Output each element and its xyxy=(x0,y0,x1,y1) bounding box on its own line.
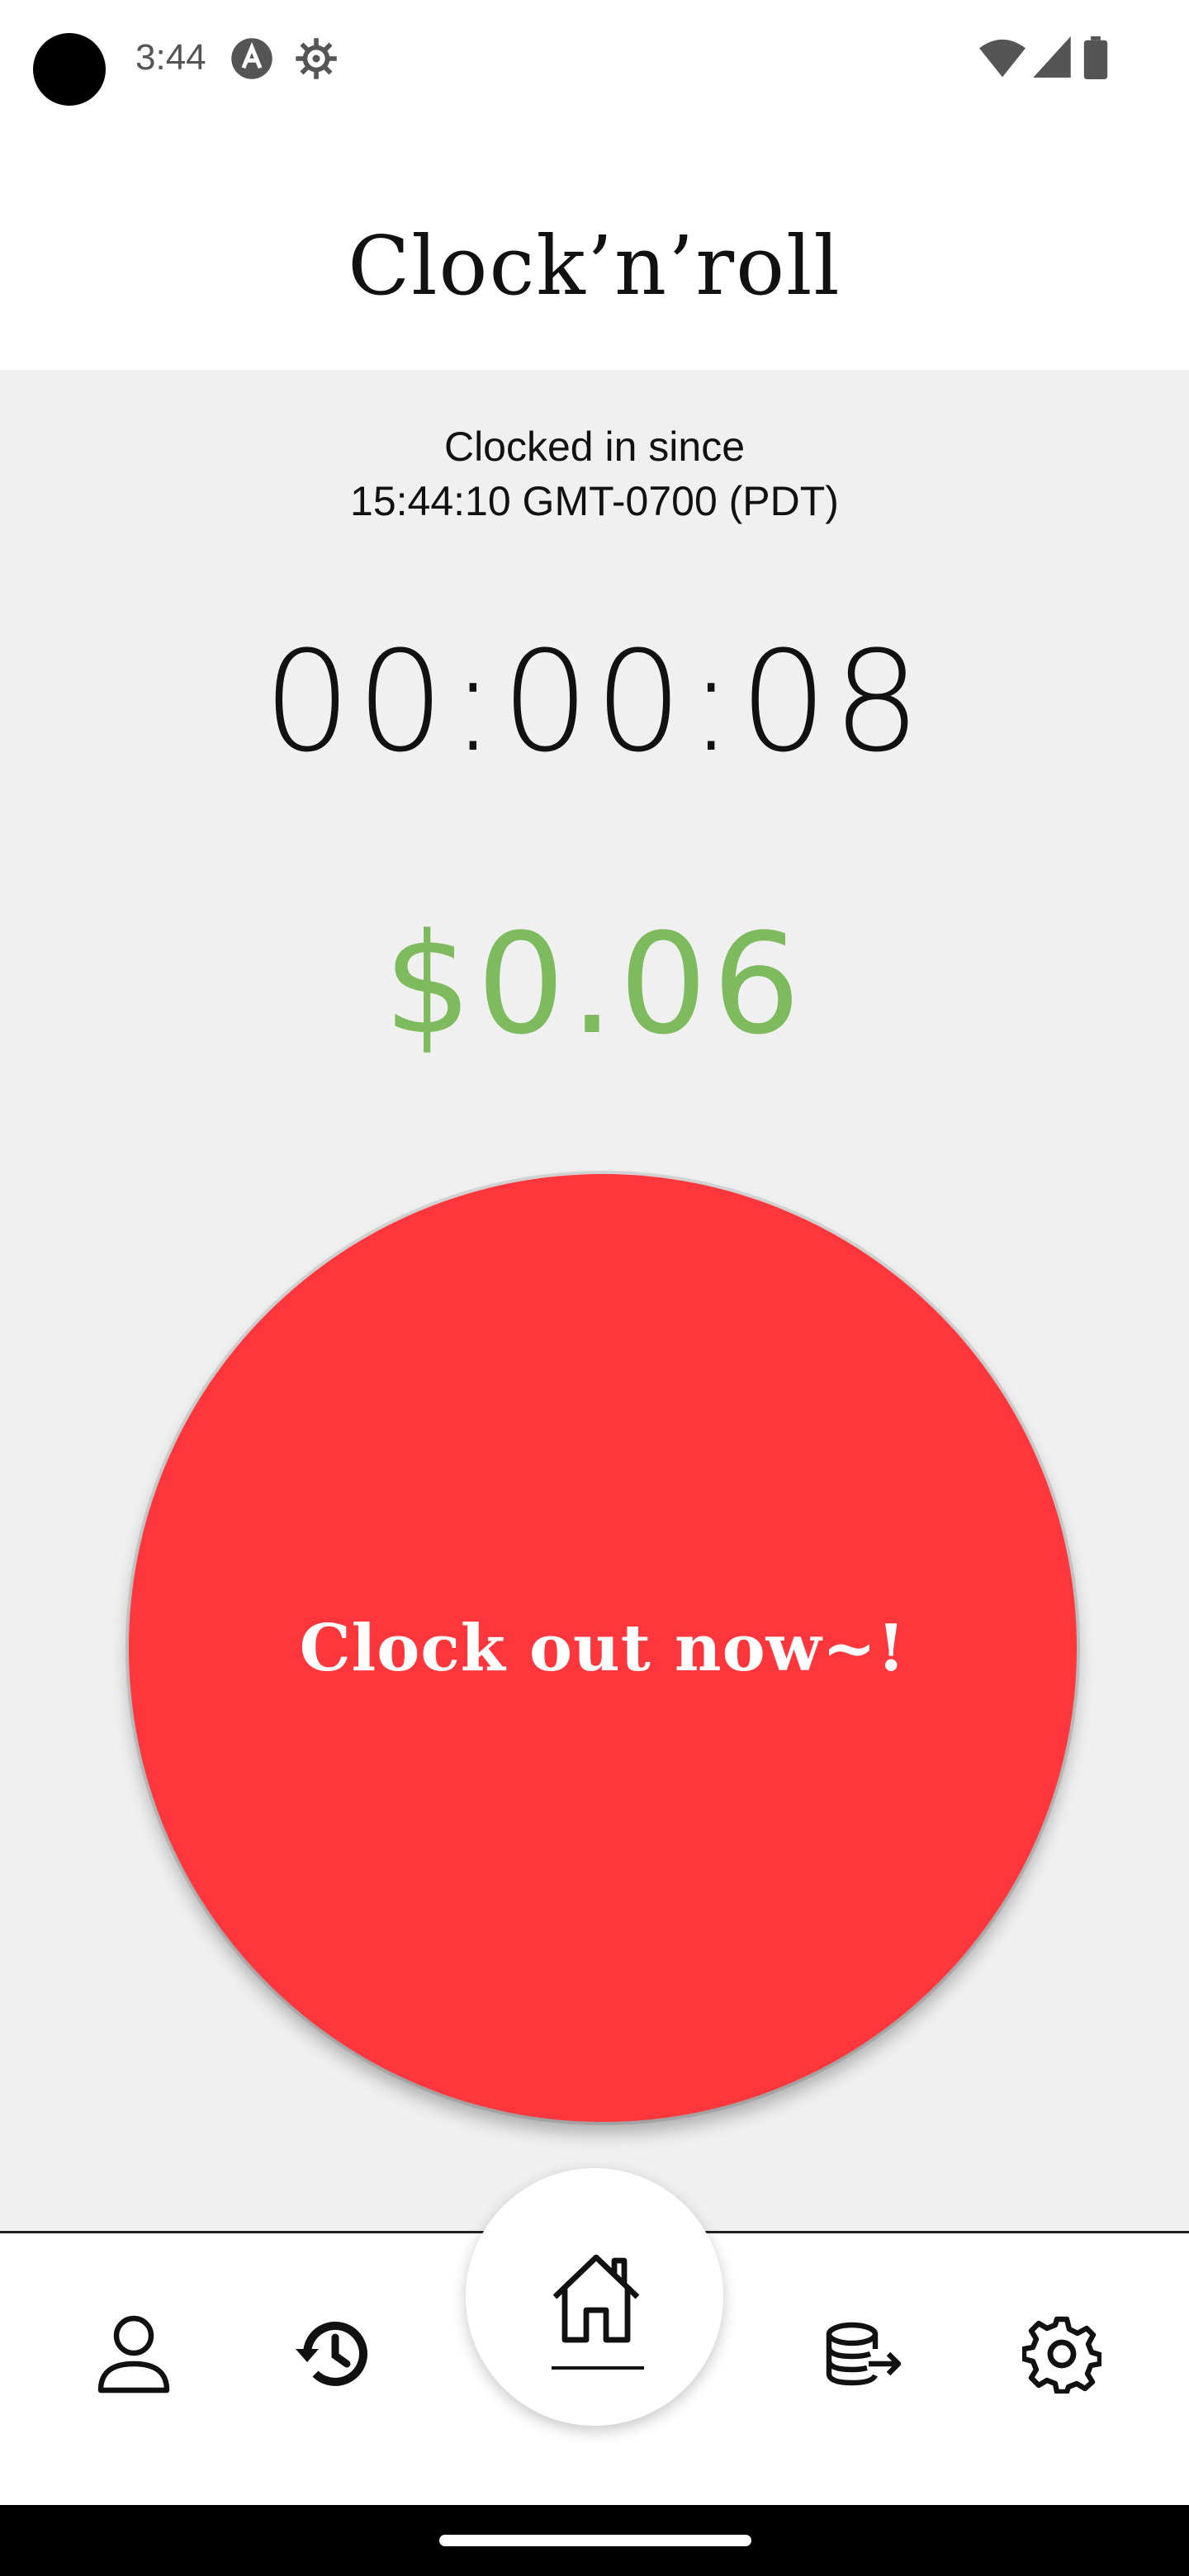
elapsed-timer: 00:00:08 xyxy=(263,621,926,783)
active-tab-indicator xyxy=(552,2366,644,2370)
nav-home-button[interactable] xyxy=(466,2168,723,2426)
clock-out-label: Clock out now~! xyxy=(299,1610,907,1686)
history-icon xyxy=(294,2318,373,2394)
signal-icon xyxy=(1032,36,1072,82)
nav-history-button[interactable] xyxy=(284,2306,383,2405)
status-bar: 3:44 xyxy=(0,0,1189,116)
nav-export-button[interactable] xyxy=(814,2306,913,2405)
home-gesture-handle[interactable] xyxy=(439,2535,751,2546)
nav-settings-button[interactable] xyxy=(1012,2306,1111,2405)
app-title: Clock’n’roll xyxy=(348,220,841,314)
settings-icon xyxy=(1021,2314,1103,2398)
camera-dot xyxy=(33,33,106,106)
a-badge-icon xyxy=(230,36,274,85)
home-icon xyxy=(548,2251,644,2351)
app-header: Clock’n’roll xyxy=(0,116,1189,370)
clocked-in-since: Clocked in since 15:44:10 GMT-0700 (PDT) xyxy=(0,419,1189,528)
profile-icon xyxy=(96,2314,172,2398)
since-label: Clocked in since xyxy=(443,424,746,470)
battery-icon xyxy=(1083,36,1108,83)
gear-icon xyxy=(294,36,339,85)
since-time: 15:44:10 GMT-0700 (PDT) xyxy=(350,478,839,524)
nav-profile-button[interactable] xyxy=(84,2306,183,2405)
system-gesture-bar xyxy=(0,2505,1189,2576)
wifi-icon xyxy=(979,36,1026,83)
earnings-amount: $0.06 xyxy=(383,903,806,1065)
clock-out-button[interactable]: Clock out now~! xyxy=(129,1174,1077,2122)
status-time: 3:44 xyxy=(135,37,206,78)
export-data-icon xyxy=(824,2321,903,2391)
